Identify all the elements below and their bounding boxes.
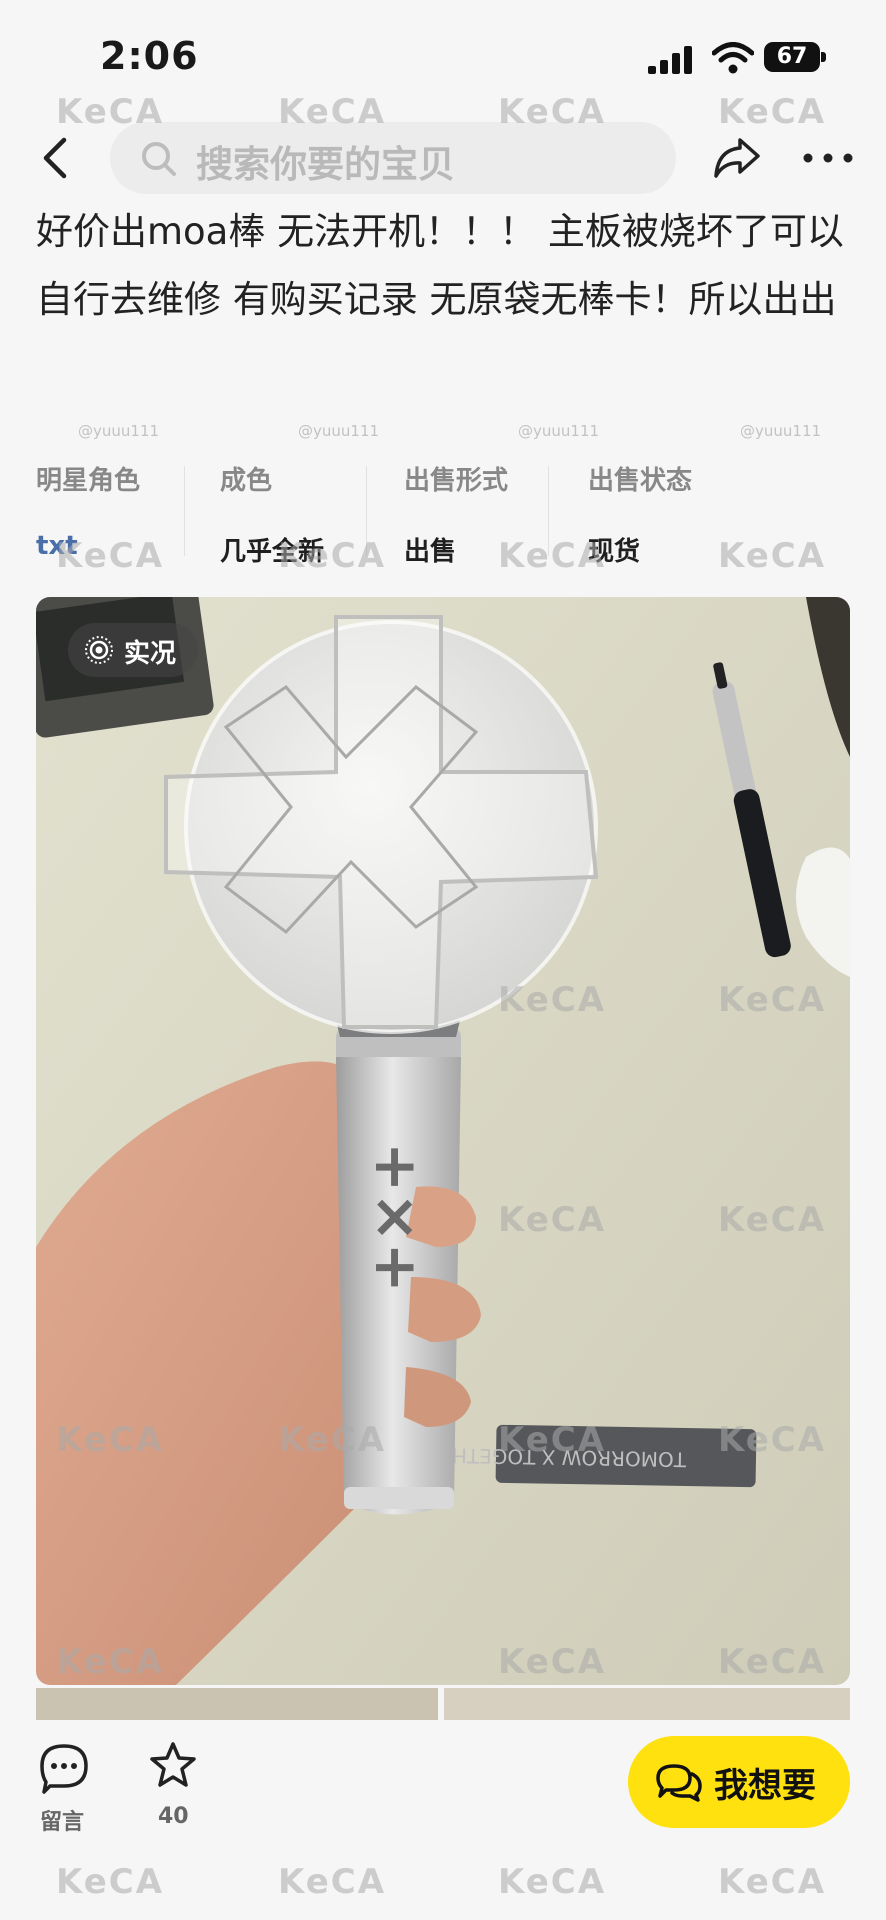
attribute-label: 出售状态 — [588, 466, 693, 496]
share-icon[interactable] — [712, 134, 762, 180]
status-bar: 2:06 67 — [0, 0, 886, 120]
next-photos-strip[interactable] — [36, 1688, 850, 1720]
battery-level: 67 — [764, 42, 820, 72]
attribute-sale-form: 出售形式 出售 — [404, 460, 584, 568]
attribute-label: 明星角色 — [36, 466, 141, 496]
attribute-divider — [184, 466, 185, 556]
comment-label[interactable]: 留言 — [40, 1804, 84, 1836]
nav-bar: 搜索你要的宝贝 — [0, 118, 886, 200]
watermark: @yuuu111 — [298, 422, 380, 440]
product-photo[interactable]: TOMORROW X TOGETHER +×+ 实况 — [36, 597, 850, 1685]
attribute-row: 明星角色 txt 成色 几乎全新 出售形式 出售 出售状态 现货 — [36, 460, 856, 567]
more-options-icon[interactable] — [800, 138, 856, 178]
attribute-divider — [548, 466, 549, 556]
search-placeholder: 搜索你要的宝贝 — [196, 143, 455, 186]
attribute-star-role: 明星角色 txt — [36, 460, 216, 561]
live-photo-label: 实况 — [124, 639, 177, 669]
next-photo-thumbnail[interactable] — [36, 1688, 438, 1720]
watermark: @yuuu111 — [78, 422, 160, 440]
favorite-star-icon[interactable] — [148, 1740, 198, 1790]
battery-icon: 67 — [764, 42, 826, 72]
search-input[interactable]: 搜索你要的宝贝 — [110, 122, 676, 194]
attribute-value-link[interactable]: txt — [36, 531, 216, 561]
attribute-value: 现货 — [588, 537, 641, 567]
lightstick-photo-illustration: TOMORROW X TOGETHER +×+ — [36, 597, 850, 1685]
search-icon — [142, 142, 176, 176]
listing-title: 好价出moa棒 无法开机！！！ 主板被烧坏了可以自行去维修 有购买记录 无原袋无… — [36, 210, 844, 321]
attribute-label: 出售形式 — [404, 466, 509, 496]
attribute-value: 出售 — [404, 537, 457, 567]
watermark: @yuuu111 — [740, 422, 822, 440]
favorite-count[interactable]: 40 — [158, 1804, 189, 1829]
attribute-sale-status: 出售状态 现货 — [588, 460, 768, 568]
handle-logo-text: +×+ — [361, 1142, 431, 1293]
comment-icon[interactable] — [38, 1742, 90, 1794]
attribute-label: 成色 — [220, 466, 273, 496]
chat-bubbles-icon — [656, 1764, 702, 1802]
attribute-value: 几乎全新 — [220, 537, 325, 567]
bottom-action-bar: 留言 40 我想要 — [0, 1720, 886, 1920]
live-photo-icon — [85, 636, 113, 664]
back-arrow-icon[interactable] — [36, 136, 76, 180]
want-button-label: 我想要 — [714, 1766, 816, 1806]
live-photo-badge[interactable]: 实况 — [68, 623, 198, 677]
cellular-signal-icon — [648, 46, 692, 74]
wifi-icon — [712, 42, 754, 74]
strap-text: TOMORROW X TOGETHER — [425, 1443, 687, 1472]
attribute-divider — [366, 466, 367, 556]
attribute-condition: 成色 几乎全新 — [220, 460, 400, 568]
watermark: @yuuu111 — [518, 422, 600, 440]
want-button[interactable]: 我想要 — [628, 1736, 850, 1828]
next-photo-thumbnail[interactable] — [444, 1688, 850, 1720]
status-time: 2:06 — [100, 34, 199, 78]
